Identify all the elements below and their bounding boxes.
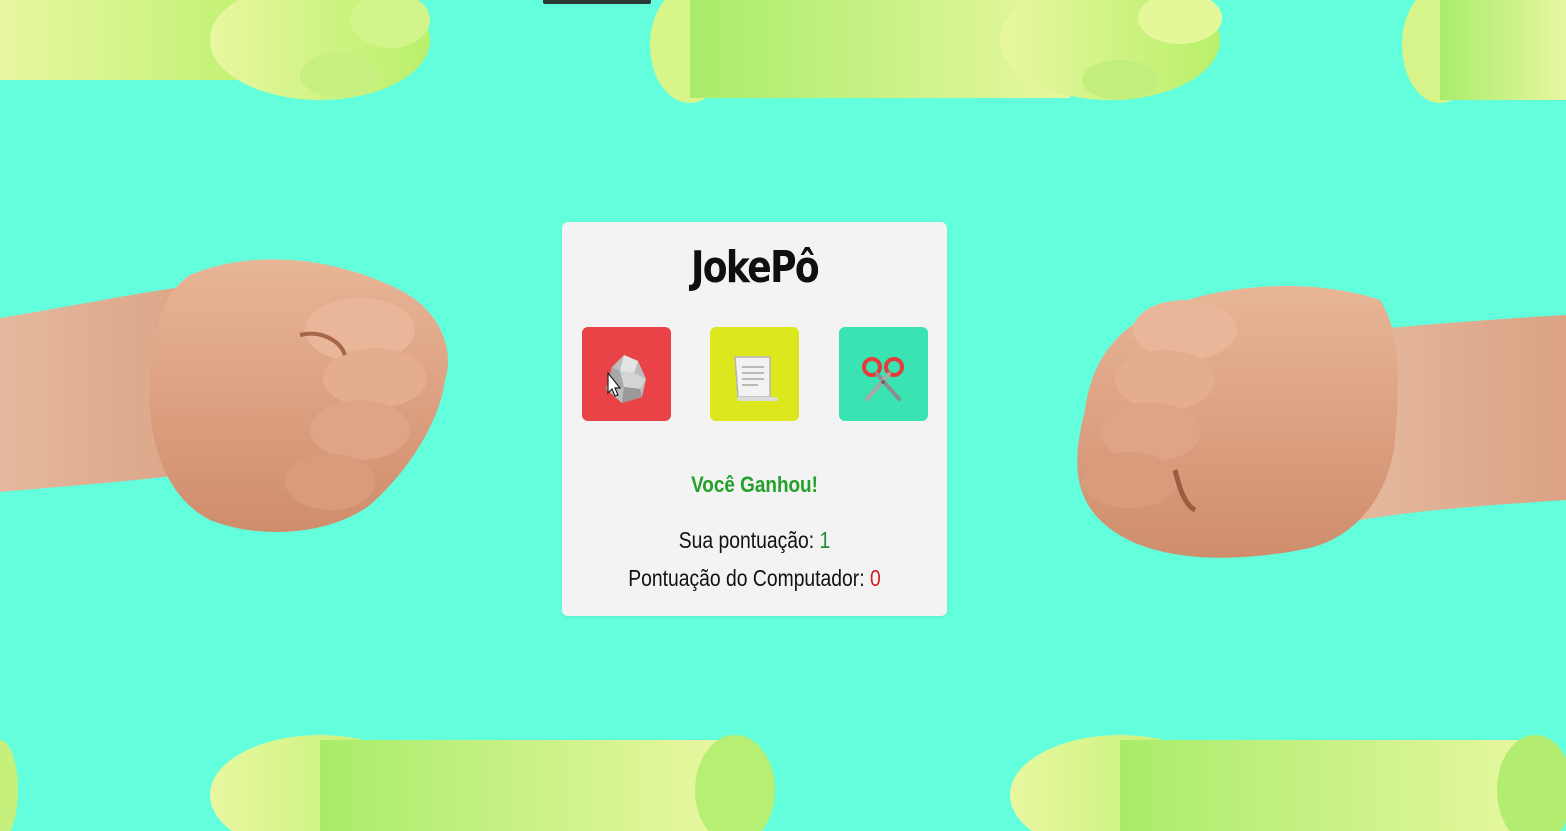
right-hand-fist <box>1077 286 1566 558</box>
computer-score-label: Pontuação do Computador: <box>628 565 870 591</box>
window-handle <box>543 0 651 4</box>
user-score-line: Sua pontuação: 1 <box>593 527 916 554</box>
computer-score-line: Pontuação do Computador: 0 <box>593 565 916 592</box>
rock-icon <box>606 355 646 403</box>
game-title: JokePô <box>690 242 820 293</box>
paper-icon <box>734 356 778 401</box>
scissors-button[interactable] <box>839 327 928 421</box>
left-hand-fist <box>0 259 448 532</box>
green-fist-bottom-left <box>0 735 775 831</box>
paper-button[interactable] <box>710 327 799 421</box>
green-fist-top-right <box>1402 0 1566 103</box>
user-score-label: Sua pontuação: <box>678 527 820 553</box>
green-fist-top-left <box>0 0 430 100</box>
green-fist-top-center <box>650 0 1222 103</box>
scissors-icon <box>862 357 904 401</box>
result-message: Você Ganhou! <box>691 472 818 497</box>
game-card: JokePô Você Ganhou! Sua pontuação: 1 Pon… <box>562 222 947 616</box>
user-score-value: 1 <box>819 527 831 553</box>
computer-score-value: 0 <box>869 565 881 591</box>
green-fist-bottom-right <box>1010 735 1566 831</box>
rock-button[interactable] <box>582 327 671 421</box>
